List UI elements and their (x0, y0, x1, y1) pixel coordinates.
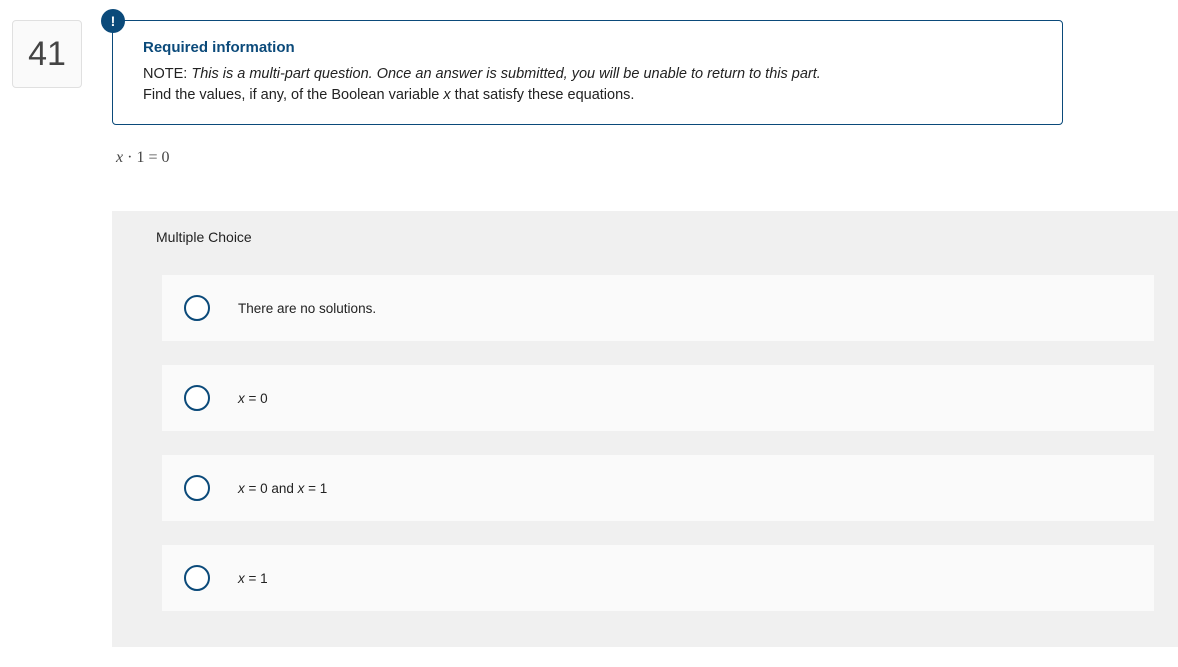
info-text: NOTE: This is a multi-part question. Onc… (143, 64, 1032, 106)
choice-label-1: x = 0 (238, 391, 268, 406)
choice-3[interactable]: x = 1 (162, 545, 1154, 611)
choice-2-var1: x (238, 481, 245, 496)
choice-2-mid2: = 1 (304, 481, 327, 496)
equation-rest: · 1 = 0 (123, 149, 169, 166)
answers-header: Multiple Choice (112, 211, 1178, 263)
radio-1[interactable] (184, 385, 210, 411)
equation: x · 1 = 0 (116, 149, 1178, 167)
answers-area: Multiple Choice There are no solutions. … (112, 211, 1178, 647)
note-italic: This is a multi-part question. Once an a… (191, 66, 820, 82)
radio-0[interactable] (184, 295, 210, 321)
instruction-pre: Find the values, if any, of the Boolean … (143, 87, 443, 103)
choice-label-0: There are no solutions. (238, 301, 376, 316)
choice-3-rest: = 1 (245, 571, 268, 586)
choice-1[interactable]: x = 0 (162, 365, 1154, 431)
choice-list: There are no solutions. x = 0 x = 0 and … (112, 263, 1178, 647)
choice-1-rest: = 0 (245, 391, 268, 406)
question-number: 41 (12, 20, 82, 88)
radio-3[interactable] (184, 565, 210, 591)
choice-0[interactable]: There are no solutions. (162, 275, 1154, 341)
choice-3-var: x (238, 571, 245, 586)
alert-icon: ! (101, 9, 125, 33)
choice-2-mid1: = 0 and (245, 481, 298, 496)
choice-label-2: x = 0 and x = 1 (238, 481, 327, 496)
choice-1-var: x (238, 391, 245, 406)
note-label: NOTE: (143, 66, 187, 82)
info-title: Required information (143, 39, 1032, 56)
instruction-post: that satisfy these equations. (451, 87, 635, 103)
required-info-box: ! Required information NOTE: This is a m… (112, 20, 1063, 125)
radio-2[interactable] (184, 475, 210, 501)
choice-2[interactable]: x = 0 and x = 1 (162, 455, 1154, 521)
instruction-var: x (443, 87, 450, 103)
choice-label-3: x = 1 (238, 571, 268, 586)
